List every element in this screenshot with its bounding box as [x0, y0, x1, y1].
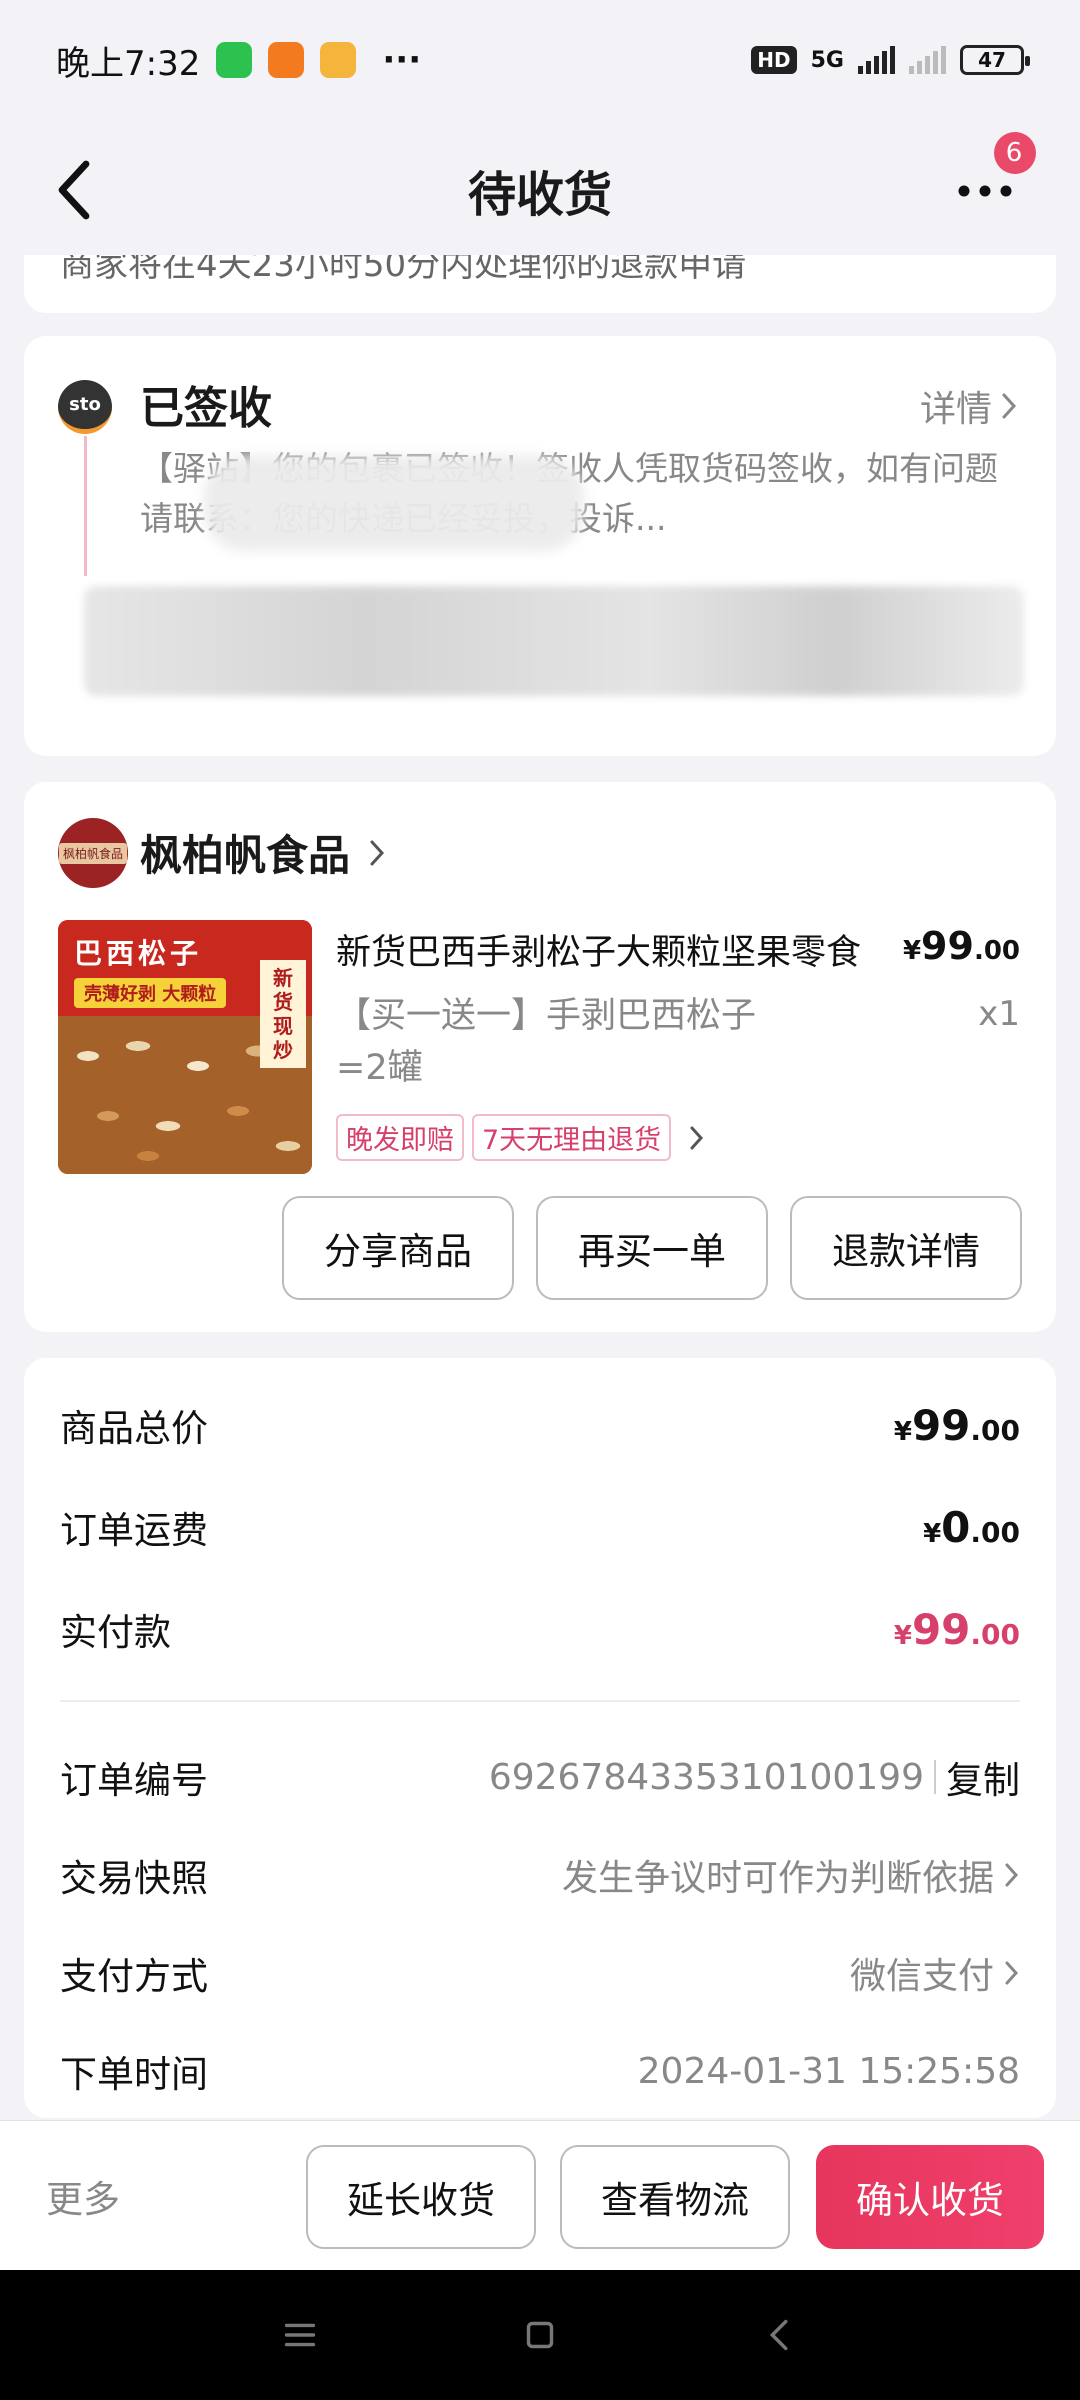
carrier-logo-icon: sto — [58, 380, 112, 434]
details-label: 详情 — [919, 389, 992, 430]
goods-total-value: ¥99.00 — [893, 1400, 1020, 1450]
home-icon[interactable] — [517, 2312, 563, 2358]
view-logistics-button[interactable]: 查看物流 — [560, 2145, 790, 2249]
battery-icon: 47 — [960, 45, 1030, 75]
product-image-side-label: 新货现炒 — [260, 960, 306, 1068]
hd-icon: HD — [751, 46, 797, 74]
order-number-row: 订单编号 6926784335310100199 复制 — [60, 1750, 1020, 1804]
goods-total-label: 商品总价 — [60, 1407, 208, 1450]
copy-button[interactable]: 复制 — [946, 1750, 1020, 1804]
shipping-label: 订单运费 — [60, 1509, 208, 1552]
shipping-value: ¥0.00 — [923, 1502, 1020, 1552]
bottom-action-bar: 更多 延长收货 查看物流 确认收货 — [0, 2120, 1080, 2270]
logistics-details-link[interactable]: 详情 — [920, 380, 1018, 432]
chevron-right-icon — [1005, 1863, 1019, 1887]
payment-method-label: 支付方式 — [60, 1955, 208, 1998]
logistics-status: 已签收 — [140, 383, 272, 434]
share-product-button[interactable]: 分享商品 — [282, 1196, 514, 1300]
back-nav-icon[interactable] — [757, 2312, 803, 2358]
page-header: 待收货 6 — [0, 120, 1080, 260]
notification-badge: 6 — [994, 132, 1036, 174]
confirm-receipt-button[interactable]: 确认收货 — [816, 2145, 1044, 2249]
store-logo[interactable]: 枫柏帆食品 — [58, 818, 128, 888]
chevron-right-icon — [1002, 393, 1017, 419]
product-image[interactable]: 巴西松子 壳薄好剥 大颗粒 新货现炒 — [58, 920, 312, 1174]
divider — [934, 1760, 936, 1794]
snapshot-label: 交易快照 — [60, 1857, 208, 1900]
service-tags[interactable]: 晚发即赔 7天无理由退货 — [336, 1114, 705, 1161]
tag-7-day-return: 7天无理由退货 — [472, 1114, 672, 1161]
buy-again-button[interactable]: 再买一单 — [536, 1196, 768, 1300]
product-image-title: 巴西松子 — [74, 937, 203, 970]
refund-notice-text: 商家将在4天23小时50分内处理你的退款申请 — [60, 255, 747, 285]
product-quantity: x1 — [978, 994, 1020, 1034]
order-number-label: 订单编号 — [60, 1759, 208, 1802]
redaction-blur — [84, 586, 1024, 696]
paid-label: 实付款 — [60, 1611, 171, 1654]
signal-icon — [858, 46, 895, 74]
price-int: 99 — [921, 924, 974, 968]
snapshot-row[interactable]: 交易快照 发生争议时可作为判断依据 — [60, 1848, 1020, 1902]
chevron-left-icon — [58, 160, 90, 220]
page-title: 待收货 — [467, 167, 612, 223]
snapshot-value: 发生争议时可作为判断依据 — [561, 1858, 994, 1899]
product-image-subtitle: 壳薄好剥 大颗粒 — [74, 978, 227, 1008]
store-card: 枫柏帆食品 枫柏帆食品 巴西松子 壳薄好剥 大颗粒 新货现炒 新货巴西手剥松子大… — [24, 782, 1056, 1332]
chevron-right-icon — [690, 1126, 704, 1149]
chevron-right-icon — [370, 840, 385, 865]
store-name: 枫柏帆食品 — [140, 831, 351, 880]
ellipsis-icon — [958, 185, 1012, 197]
shipping-row: 订单运费 ¥0.00 — [60, 1500, 1020, 1554]
product-price: ¥99.00 — [903, 924, 1020, 968]
more-options-button[interactable]: 6 — [940, 132, 1036, 226]
message-icon — [320, 42, 357, 78]
payment-method-row[interactable]: 支付方式 微信支付 — [60, 1946, 1020, 2000]
refund-details-button[interactable]: 退款详情 — [790, 1196, 1022, 1300]
price-dec: .00 — [973, 936, 1020, 966]
order-info-card: 商品总价 ¥99.00 订单运费 ¥0.00 实付款 ¥99.00 订单编号 6… — [24, 1358, 1056, 2118]
divider — [60, 1700, 1020, 1702]
status-bar: 晚上7:32 ··· HD 5G 47 — [0, 0, 1080, 120]
mi-icon — [268, 42, 305, 78]
store-name-link[interactable]: 枫柏帆食品 — [140, 822, 386, 883]
signal-weak-icon — [909, 46, 946, 74]
paid-value: ¥99.00 — [893, 1604, 1020, 1654]
goods-total-row: 商品总价 ¥99.00 — [60, 1398, 1020, 1452]
payment-method-value: 微信支付 — [849, 1956, 994, 1997]
wechat-icon — [216, 42, 253, 78]
extend-receipt-button[interactable]: 延长收货 — [306, 2145, 536, 2249]
status-more-icon: ··· — [382, 40, 422, 80]
chevron-right-icon — [1005, 1961, 1019, 1985]
paid-row: 实付款 ¥99.00 — [60, 1602, 1020, 1656]
order-time-value: 2024-01-31 15:25:58 — [637, 2050, 1020, 2092]
more-actions-button[interactable]: 更多 — [46, 2169, 120, 2223]
network-label: 5G — [810, 47, 844, 73]
order-time-label: 下单时间 — [60, 2053, 208, 2096]
redaction-blur — [204, 456, 584, 551]
product-title[interactable]: 新货巴西手剥松子大颗粒坚果零食 — [336, 924, 876, 975]
status-time: 晚上7:32 — [56, 43, 201, 84]
logistics-card[interactable]: sto 已签收 详情 【驿站】您的包裹已签收！签收人凭取货码签收，如有问题请联系… — [24, 336, 1056, 756]
timeline-line — [84, 436, 87, 576]
tag-late-delivery-compensation: 晚发即赔 — [336, 1114, 464, 1161]
menu-icon[interactable] — [277, 2312, 323, 2358]
order-time-row: 下单时间 2024-01-31 15:25:58 — [60, 2044, 1020, 2098]
back-button[interactable] — [50, 150, 130, 230]
system-nav-bar — [0, 2270, 1080, 2400]
price-currency: ¥ — [902, 936, 922, 966]
refund-notice-card: 商家将在4天23小时50分内处理你的退款申请 — [24, 255, 1056, 313]
order-number-value: 6926784335310100199 — [488, 1756, 924, 1798]
product-spec: 【买一送一】手剥巴西松子=2罐 — [336, 996, 757, 1088]
